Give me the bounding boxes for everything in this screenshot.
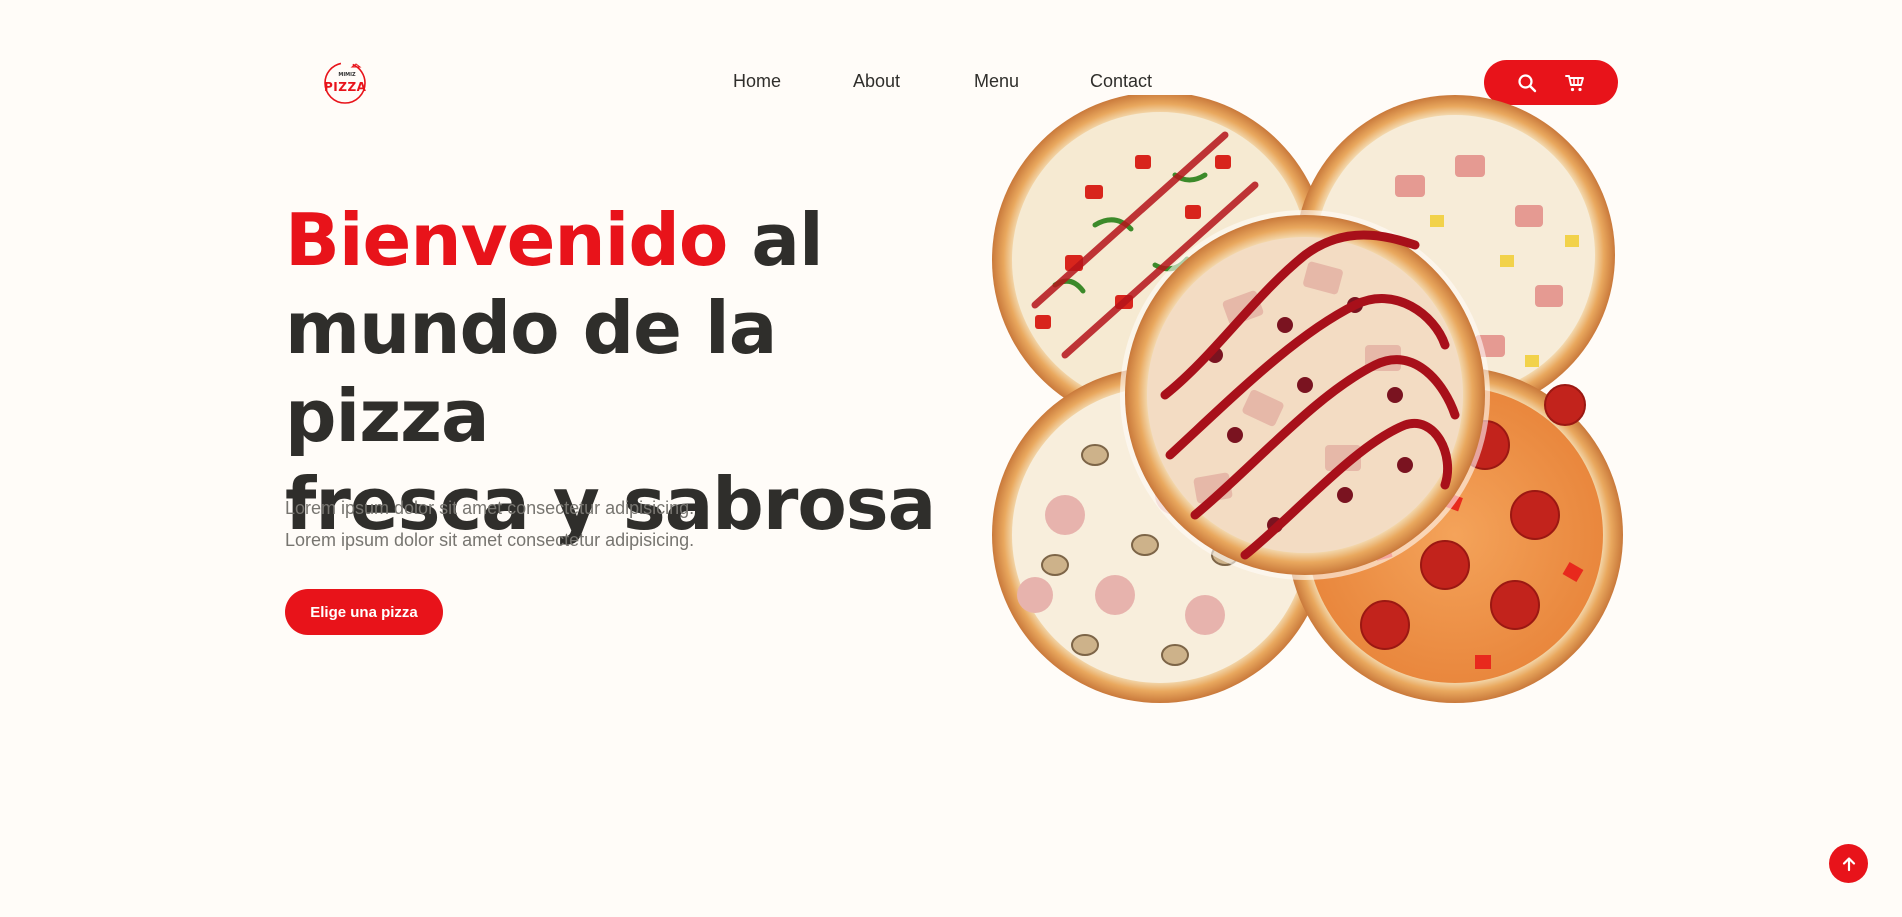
- choose-pizza-button[interactable]: Elige una pizza: [285, 589, 443, 635]
- arrow-up-icon: [1842, 856, 1855, 871]
- hero-title-rest: al: [727, 198, 823, 282]
- search-button[interactable]: [1517, 73, 1537, 93]
- pizza-collage-image: [975, 95, 1625, 745]
- logo-brand-main: PIZZA: [324, 80, 367, 94]
- search-icon: [1518, 73, 1537, 92]
- nav-contact[interactable]: Contact: [1090, 71, 1152, 92]
- brand-logo[interactable]: MIMIZ PIZZA: [322, 60, 368, 106]
- hero-title-line-2: mundo de la pizza: [285, 286, 777, 458]
- hero-title-accent: Bienvenido: [285, 198, 728, 282]
- logo-brand-top: MIMIZ: [338, 72, 356, 78]
- hero-desc-line-1: Lorem ipsum dolor sit amet consectetur a…: [285, 498, 695, 518]
- nav-about[interactable]: About: [853, 71, 900, 92]
- nav-menu[interactable]: Menu: [974, 71, 1019, 92]
- cart-icon: [1565, 74, 1584, 91]
- nav-home[interactable]: Home: [733, 71, 781, 92]
- hero-desc-line-2: Lorem ipsum dolor sit amet consectetur a…: [285, 530, 695, 550]
- scroll-top-button[interactable]: [1829, 844, 1868, 883]
- hero-description: Lorem ipsum dolor sit amet consectetur a…: [285, 492, 805, 556]
- cart-button[interactable]: [1565, 73, 1585, 93]
